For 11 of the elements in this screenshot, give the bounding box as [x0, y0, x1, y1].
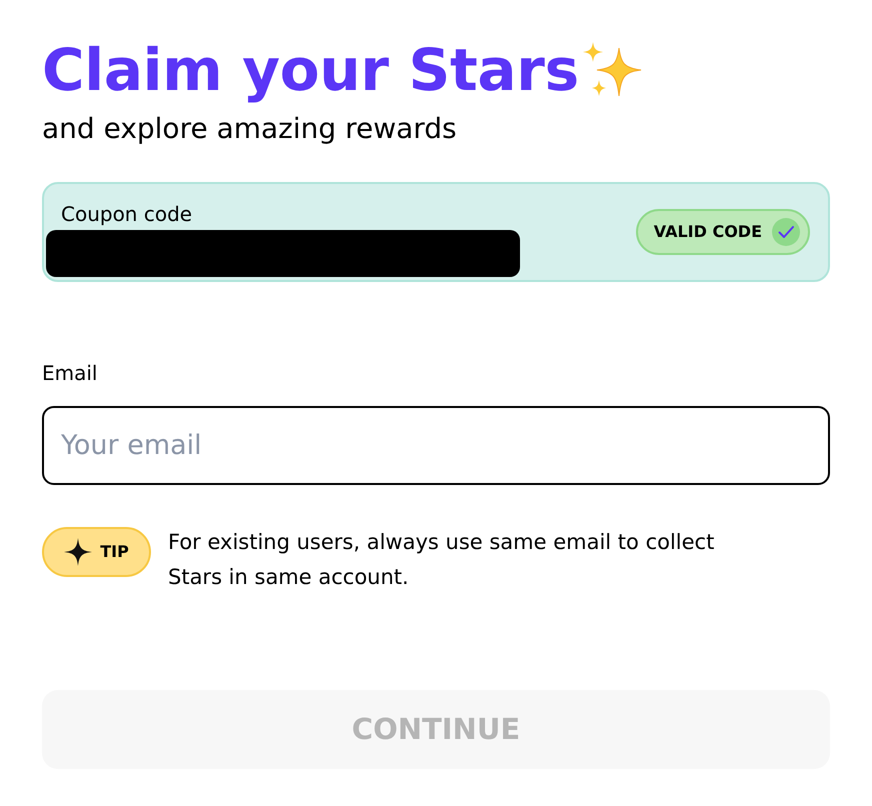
- field-label: Coupon code: [61, 201, 192, 227]
- tip-label: TIP: [100, 541, 129, 563]
- coupon-field[interactable]: Coupon code VALID CODE: [42, 182, 830, 282]
- sparkle-icon: [64, 538, 92, 566]
- tip-text: For existing users, always use same email to collect Stars in same account.: [168, 529, 716, 591]
- email-input[interactable]: Your email: [42, 406, 830, 485]
- status-label: VALID CODE: [654, 221, 762, 243]
- page-subtitle: and explore amazing rewards: [42, 112, 458, 146]
- email-label: Email: [42, 360, 98, 386]
- page-title: Claim your Stars: [42, 36, 579, 104]
- check-icon: [772, 218, 800, 246]
